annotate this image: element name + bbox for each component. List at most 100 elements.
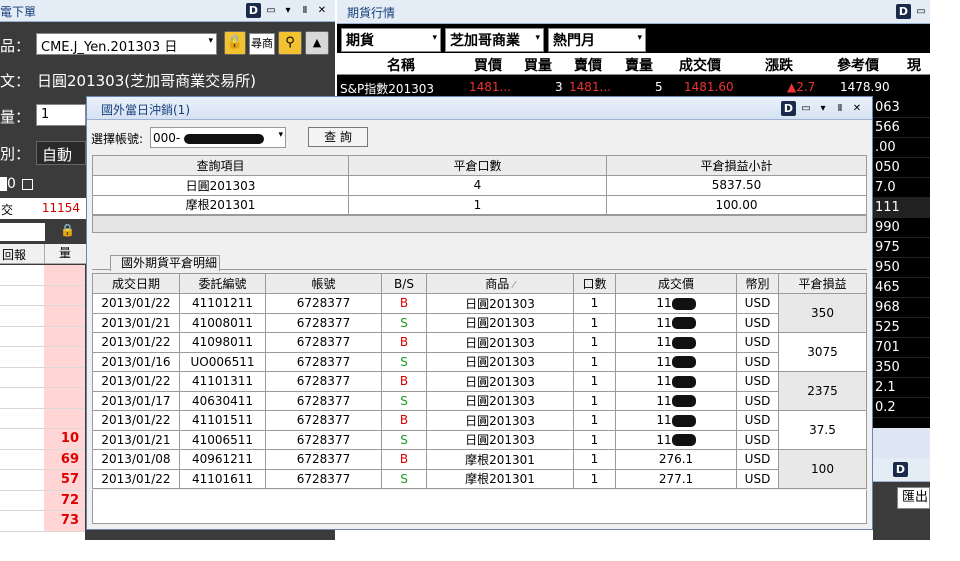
product-cell: 日圓201303	[426, 410, 574, 431]
col-query-item[interactable]: 查詢項目	[92, 155, 349, 176]
qty-cell: 1	[573, 293, 616, 314]
grid-row[interactable]	[0, 367, 85, 388]
col-close-pnl[interactable]: 平倉損益	[778, 273, 867, 294]
quote-ref: 1478.90	[840, 80, 890, 94]
pin-icon[interactable]: Ⅱ	[833, 102, 847, 116]
lock-icon[interactable]: 🔒	[224, 31, 246, 55]
detail-row[interactable]: 2013/01/17 40630411 6728377 S 日圓201303 1 11 USD	[92, 390, 867, 411]
dropdown-icon[interactable]: ▾	[816, 102, 830, 116]
col-close-qty[interactable]: 平倉口數	[348, 155, 607, 176]
col-bid[interactable]: 買價	[474, 55, 502, 75]
detail-row[interactable]: 2013/01/16 UO006511 6728377 S 日圓201303 1 11 USD	[92, 351, 867, 372]
currency-cell: USD	[736, 449, 779, 470]
grid-row[interactable]: 73	[0, 511, 85, 532]
float-window-icon[interactable]: ▭	[914, 5, 928, 19]
detail-row[interactable]: 2013/01/22 41101511 6728377 B 日圓201303 1 11 USD…	[92, 410, 867, 450]
order-no-cell: 41101211	[179, 293, 266, 314]
product-select[interactable]: CME.J_Yen.201303 日 ▾	[36, 33, 217, 55]
dock-icon[interactable]: D	[893, 462, 908, 477]
exchange-select[interactable]: 芝加哥商業 ▾	[445, 28, 544, 52]
price-value: 11	[656, 374, 672, 389]
dropdown-icon[interactable]: ▾	[281, 4, 295, 18]
col-qty[interactable]: 口數	[573, 273, 616, 294]
key-icon[interactable]: ⚲	[278, 31, 302, 55]
col-current[interactable]: 現	[907, 55, 921, 75]
detail-row[interactable]: 2013/01/08 40961211 6728377 B 摩根201301 1 276.1…	[92, 449, 867, 489]
grid-row[interactable]: 10	[0, 429, 85, 450]
grid-row[interactable]: 72	[0, 490, 85, 511]
summary-qty: 1	[348, 194, 607, 215]
detail-row[interactable]: 2013/01/22 41101211 6728377 B 日圓201303 1 11 USD…	[92, 293, 867, 333]
account-select[interactable]: 000- ▾	[150, 127, 286, 148]
grid-row[interactable]: 69	[0, 449, 85, 470]
dock-icon[interactable]: D	[896, 4, 911, 19]
close-icon[interactable]: ✕	[315, 4, 329, 18]
col-pnl-subtotal[interactable]: 平倉損益小計	[606, 155, 867, 176]
col-ask[interactable]: 賣價	[574, 55, 602, 75]
col-trade-date[interactable]: 成交日期	[92, 273, 180, 294]
detail-row[interactable]: 2013/01/22 41101611 6728377 S 摩根201301 1 277.1…	[92, 468, 867, 489]
dock-icon[interactable]: D	[781, 101, 796, 116]
grid-row[interactable]	[0, 265, 85, 286]
float-window-icon[interactable]: ▭	[264, 4, 278, 18]
col-product[interactable]: 商品 ⁄	[426, 273, 574, 294]
lock-field[interactable]	[0, 223, 45, 241]
chevron-down-icon: ▾	[432, 33, 437, 43]
month-select[interactable]: 熱門月 ▾	[548, 28, 646, 52]
col-bid-qty[interactable]: 買量	[524, 55, 552, 75]
flag-checkbox[interactable]	[22, 178, 34, 190]
pin-icon[interactable]: Ⅱ	[298, 4, 312, 18]
query-button[interactable]: 查 詢	[308, 127, 368, 147]
export-button[interactable]: 匯出	[897, 487, 930, 509]
grid-row[interactable]	[0, 347, 85, 368]
lower-panel-body: 匯出	[873, 482, 930, 540]
close-icon[interactable]: ✕	[850, 102, 864, 116]
col-change[interactable]: 漲跌	[765, 55, 793, 75]
grid-row[interactable]	[0, 285, 85, 306]
type-select[interactable]: 自動	[36, 141, 86, 165]
quote-row[interactable]: S&P指數201303 1481... 3 1481... 5 1481.60 …	[337, 76, 930, 96]
summary-row[interactable]: 日圓201303 4 5837.50	[92, 175, 867, 196]
up-arrow-button[interactable]: ▲	[305, 31, 329, 55]
detail-row[interactable]: 2013/01/22 41101311 6728377 B 日圓201303 1 11 USD…	[92, 371, 867, 411]
lock-icon[interactable]: 🔒	[60, 223, 75, 237]
search-product-button[interactable]: 尋商	[249, 33, 275, 55]
grid-row[interactable]	[0, 388, 85, 409]
account-cell: 6728377	[265, 371, 382, 392]
detail-row[interactable]: 2013/01/21 41006511 6728377 S 日圓201303 1 11 USD	[92, 429, 867, 450]
redaction-mark	[671, 336, 696, 349]
grid-row[interactable]	[0, 326, 85, 347]
col-last[interactable]: 成交價	[679, 55, 721, 75]
price-cell: 11	[615, 351, 737, 372]
col-currency[interactable]: 幣別	[736, 273, 779, 294]
float-window-icon[interactable]: ▭	[799, 102, 813, 116]
detail-row[interactable]: 2013/01/22 41098011 6728377 B 日圓201303 1 11 USD…	[92, 332, 867, 372]
daytrade-dialog: 國外當日沖銷(1) D ▭ ▾ Ⅱ ✕ 選擇帳號: 000- ▾ 查 詢 查詢項目 平倉…	[86, 96, 873, 530]
bs-cell: S	[381, 429, 427, 450]
currency-cell: USD	[736, 371, 779, 392]
qty-value: 57	[44, 470, 85, 490]
grid-row[interactable]	[0, 306, 85, 327]
flag-text: 0	[7, 176, 16, 192]
grid-row[interactable]: 57	[0, 470, 85, 491]
summary-row[interactable]: 摩根201301 1 100.00	[92, 194, 867, 215]
currency-cell: USD	[736, 468, 779, 489]
detail-row[interactable]: 2013/01/21 41008011 6728377 S 日圓201303 1 11 USD	[92, 312, 867, 333]
col-price[interactable]: 成交價	[615, 273, 737, 294]
col-account[interactable]: 帳號	[265, 273, 382, 294]
market-select[interactable]: 期貨 ▾	[341, 28, 441, 52]
grid-row[interactable]	[0, 408, 85, 429]
redaction-mark	[671, 414, 696, 427]
summary-scroll-area[interactable]	[92, 215, 867, 233]
tab-close-detail[interactable]: 國外期貨平倉明細	[110, 255, 220, 271]
quote-current-value: 950	[873, 258, 930, 278]
summary-pnl: 5837.50	[606, 175, 867, 196]
col-ref[interactable]: 參考價	[837, 55, 879, 75]
col-order-no[interactable]: 委託編號	[179, 273, 266, 294]
redaction-mark	[671, 297, 696, 310]
qty-input[interactable]: 1	[36, 104, 86, 126]
dock-icon[interactable]: D	[246, 3, 261, 18]
col-bs[interactable]: B/S	[381, 273, 427, 294]
col-name[interactable]: 名稱	[387, 55, 415, 75]
col-ask-qty[interactable]: 賣量	[625, 55, 653, 75]
